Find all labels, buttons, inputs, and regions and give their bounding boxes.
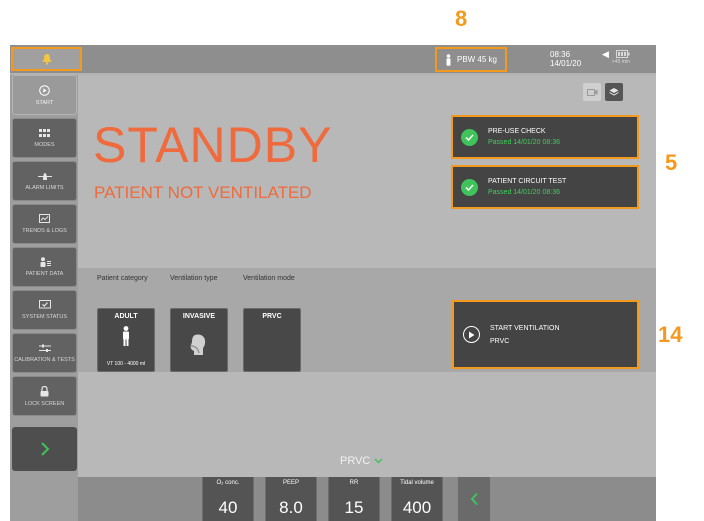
ventilator-screen: PBW 45 kg 08:36 14/01/20 ◀ >45 min START… [10,45,656,521]
sidebar-item-trends-logs[interactable]: TRENDS & LOGS [12,204,77,244]
sidebar-item-system-status[interactable]: SYSTEM STATUS [12,290,77,330]
param-value: 15 [344,498,364,517]
layers-icon [609,88,619,96]
patient-data-icon [40,257,51,267]
sidebar-item-label: CALIBRATION & TESTS [14,356,75,363]
chevron-left-icon [470,492,478,506]
pre-use-check-panel[interactable]: PRE-USE CHECK Passed 14/01/20 08:36 [451,115,639,159]
chevron-down-icon [374,458,383,464]
status-title: STANDBY [93,117,333,173]
ventilation-mode-tile[interactable]: PRVC [243,308,301,372]
ventilation-mode-value: PRVC [262,313,282,320]
date: 14/01/20 [550,59,582,68]
sidebar-item-label: LOCK SCREEN [24,400,65,407]
ventilation-type-label: Ventilation type [170,275,218,282]
sidebar-item-modes[interactable]: MODES [12,118,77,158]
sidebar-item-alarm-limits[interactable]: ALARM LIMITS [12,161,77,201]
sidebar-item-label: ALARM LIMITS [25,184,64,191]
sidebar-next-button[interactable] [12,427,77,471]
sidebar-item-label: PATIENT DATA [25,271,64,277]
person-icon [446,53,451,66]
bottom-collapse-button[interactable] [458,477,490,521]
ventilation-type-tile[interactable]: INVASIVE [170,308,228,372]
param-value: 40 [218,498,238,517]
main-area: STANDBY PATIENT NOT VENTILATED PRE-USE C… [78,75,656,477]
clock: 08:36 14/01/20 [550,50,581,68]
battery-status: ◀ >45 min [602,49,630,66]
grid-icon [39,128,50,137]
trends-icon [39,214,50,223]
view-buttons [583,83,623,101]
adult-person-icon [123,326,129,346]
callout-8: 8 [455,6,468,31]
ventilation-mode-label: Ventilation mode [243,275,295,282]
param-value: 8.0 [279,498,303,517]
param-label: Tidal volume [400,480,434,486]
patient-category-value: ADULT [114,313,138,320]
start-ventilation-button[interactable]: START VENTILATION PRVC [452,300,639,369]
chevron-right-icon [40,442,49,456]
bottom-parameter-bar: O₂ conc. 40 PEEP 8.0 RR 15 Tidal volume … [78,477,656,521]
play-icon [463,326,480,343]
battery-remaining: >45 min [611,59,630,65]
alarm-limits-icon [37,172,52,180]
check-status: Passed 14/01/20 08:36 [488,139,561,146]
alarm-bell-button[interactable] [11,47,82,71]
calibration-icon [38,344,51,352]
system-status-icon [38,300,51,309]
param-o2-conc[interactable]: O₂ conc. 40 [202,477,254,521]
mode-selector-value: PRVC [340,455,371,467]
sidebar-item-label: SYSTEM STATUS [21,314,68,320]
sidebar-item-label: START [35,99,54,106]
param-label: RR [349,480,359,486]
check-status: Passed 14/01/20 08:36 [488,189,561,196]
battery-icon [615,50,630,58]
sidebar-item-lock-screen[interactable]: LOCK SCREEN [12,376,77,416]
sidebar-item-start[interactable]: START [12,75,77,115]
play-circle-icon [39,84,50,96]
sidebar-item-patient-data[interactable]: PATIENT DATA [12,247,77,287]
param-tidal-volume[interactable]: Tidal volume 400 [391,477,443,521]
check-title: PATIENT CIRCUIT TEST [488,178,567,185]
patient-circuit-test-panel[interactable]: PATIENT CIRCUIT TEST Passed 14/01/20 08:… [451,165,639,209]
param-label: O₂ conc. [216,480,240,486]
patient-category-range: VT 100 - 4000 ml [106,361,146,367]
start-ventilation-label: START VENTILATION [490,324,560,332]
param-rr[interactable]: RR 15 [328,477,380,521]
check-title: PRE-USE CHECK [488,128,546,135]
check-icon [461,128,478,146]
ventilation-type-value: INVASIVE [182,313,216,320]
layers-button[interactable] [605,83,623,101]
bell-icon [42,54,51,65]
callout-5: 5 [665,150,678,175]
pbw-text: PBW 45 kg [456,55,497,64]
invasive-head-icon [190,334,206,355]
camera-button[interactable] [583,83,601,101]
patient-category-label: Patient category [97,275,148,282]
mode-selector[interactable]: PRVC [340,455,383,467]
time: 08:36 [550,50,571,59]
status-subtitle: PATIENT NOT VENTILATED [94,183,312,202]
check-icon [461,178,478,196]
top-bar: PBW 45 kg 08:36 14/01/20 ◀ >45 min [10,45,656,73]
param-value: 400 [402,498,432,517]
sidebar: START MODES ALARM LIMITS TRENDS & LOGS P… [10,75,78,521]
patient-category-tile[interactable]: ADULT VT 100 - 4000 ml [97,308,155,372]
sidebar-item-calibration-tests[interactable]: CALIBRATION & TESTS [12,333,77,373]
sidebar-item-label: TRENDS & LOGS [22,228,67,234]
pbw-indicator[interactable]: PBW 45 kg [435,47,507,72]
param-peep[interactable]: PEEP 8.0 [265,477,317,521]
start-ventilation-mode: PRVC [490,337,510,345]
power-plug-icon: ◀ [602,49,609,59]
callout-14: 14 [658,322,683,347]
sidebar-item-label: MODES [34,141,55,148]
param-label: PEEP [282,480,299,486]
camera-icon [586,89,597,96]
lock-icon [40,385,49,396]
